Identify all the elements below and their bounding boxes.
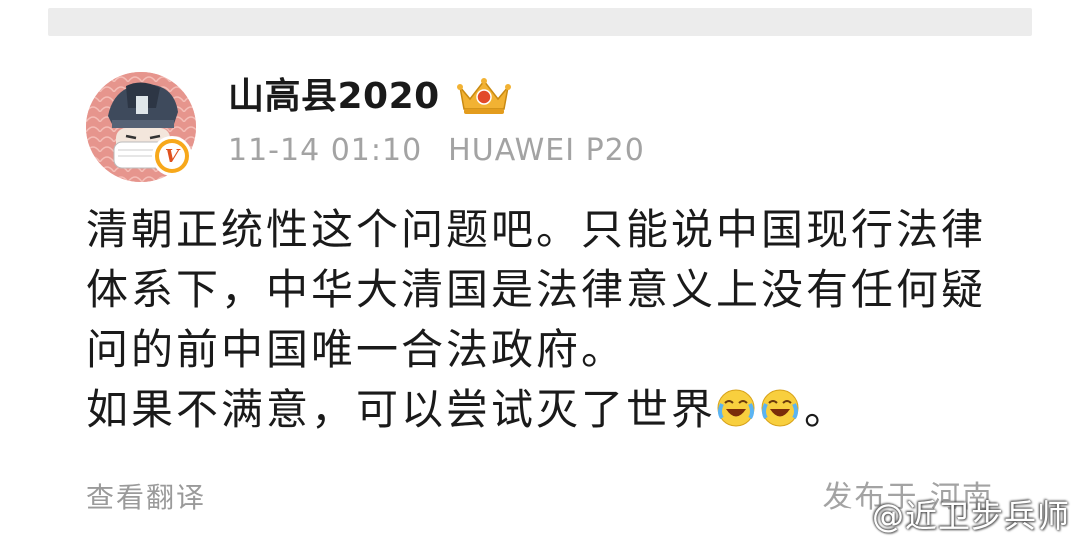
verified-badge-icon: V (152, 136, 192, 176)
post-meta: 11-14 01:10 HUAWEI P20 (228, 132, 645, 170)
top-divider-strip (48, 8, 1032, 36)
author-name[interactable]: 山高县2020 (228, 74, 440, 120)
post-paragraph-2: 如果不满意，可以尝试灭了世界 。 (86, 380, 1006, 440)
post-paragraph-2-text: 如果不满意，可以尝试灭了世界 (86, 385, 717, 434)
verified-badge-letter: V (159, 143, 185, 169)
laughing-crying-emoji-icon (717, 389, 755, 427)
post-timestamp: 11-14 01:10 (228, 133, 423, 168)
translate-link[interactable]: 查看翻译 (86, 478, 206, 518)
crown-icon (457, 78, 511, 114)
post-paragraph-1: 清朝正统性这个问题吧。只能说中国现行法律体系下，中华大清国是法律意义上没有任何疑… (86, 205, 987, 374)
watermark-text: @近卫步兵师 (871, 497, 1070, 535)
post-line-end: 。 (804, 385, 850, 434)
weibo-logo-icon (828, 503, 865, 531)
laughing-crying-emoji-icon (761, 389, 799, 427)
post-device: HUAWEI P20 (448, 133, 645, 168)
post-body: 清朝正统性这个问题吧。只能说中国现行法律体系下，中华大清国是法律意义上没有任何疑… (86, 200, 1006, 440)
watermark: @近卫步兵师 (828, 494, 1070, 538)
